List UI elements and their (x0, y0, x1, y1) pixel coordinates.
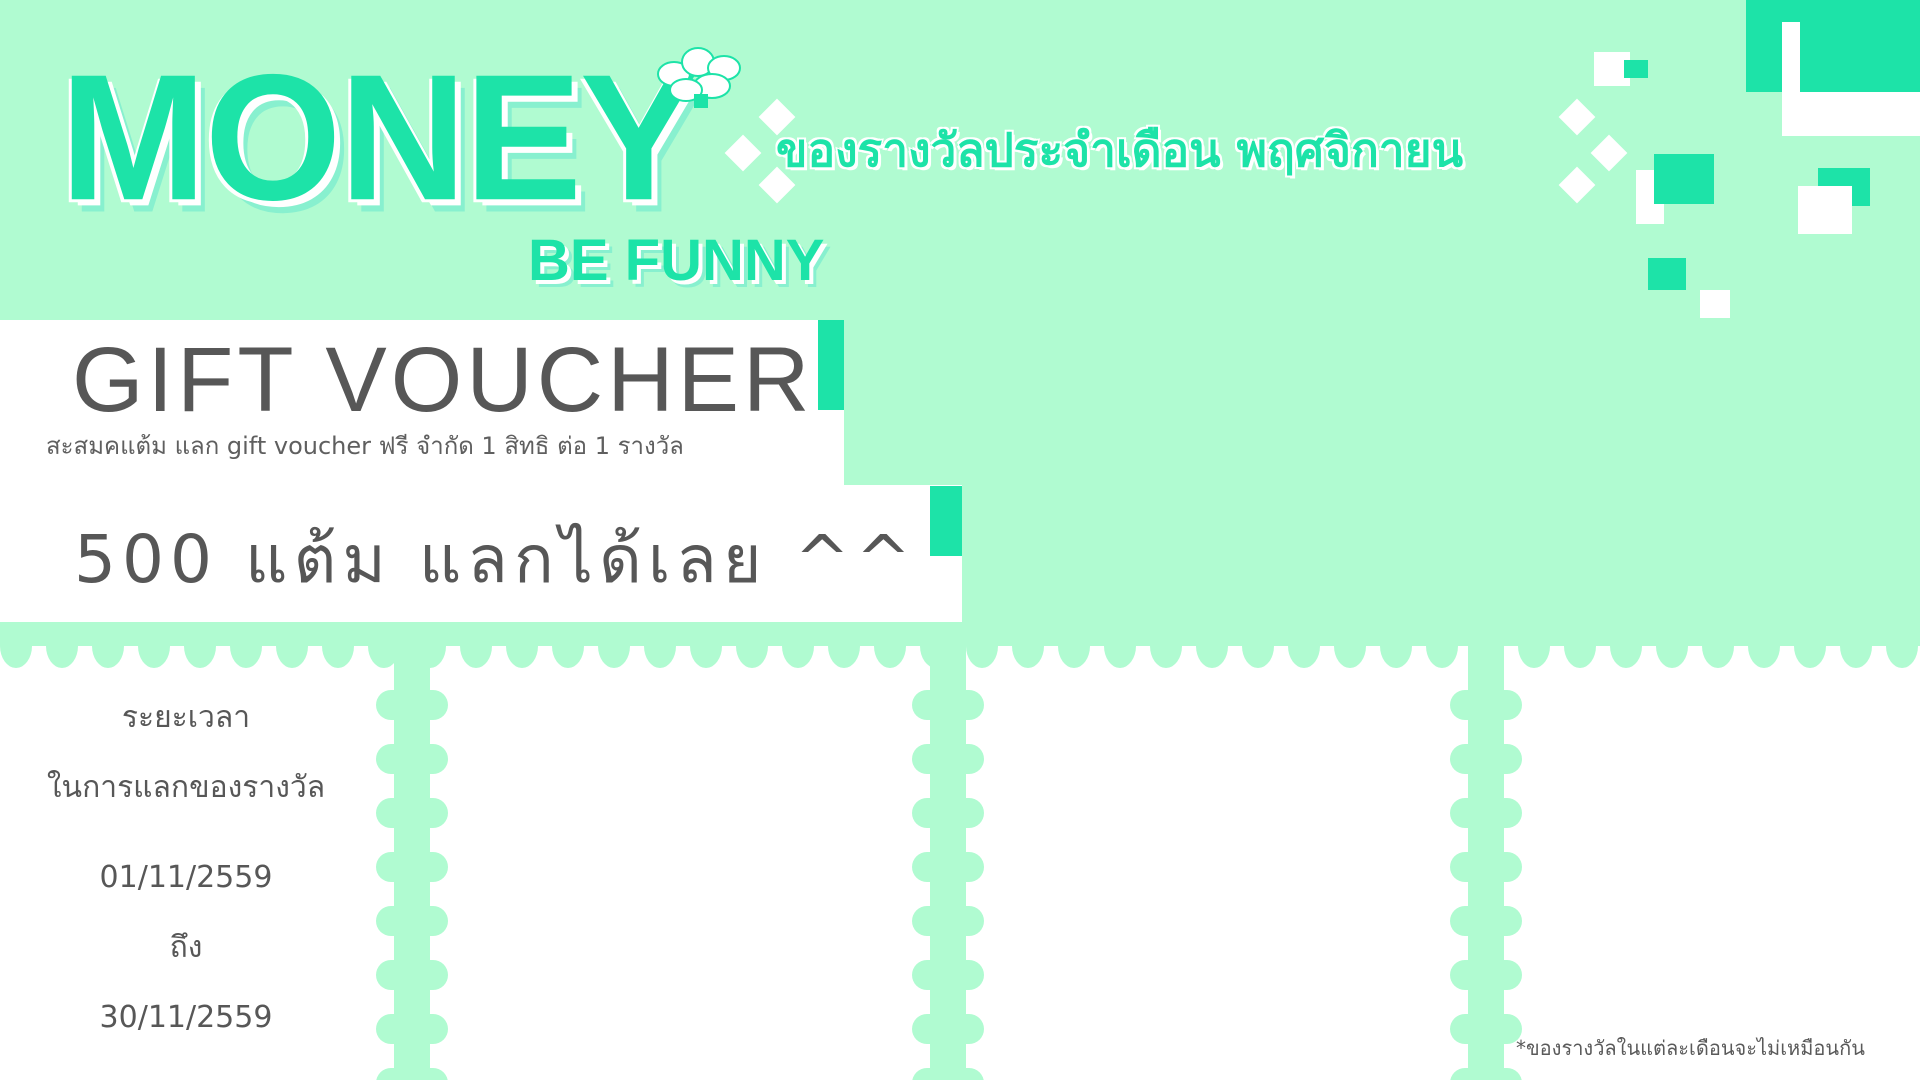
divider-bump (912, 852, 984, 882)
voucher-subtitle: สะสมคแต้ม แลก gift voucher ฟรี จำกัด 1 ส… (46, 432, 684, 460)
ticket-divider (376, 646, 448, 1080)
footnote: *ของรางวัลในแต่ละเดือนจะไม่เหมือนกัน (1516, 1036, 1865, 1060)
divider-bump (912, 960, 984, 990)
accent-bar (818, 320, 844, 410)
divider-bump (1450, 1068, 1522, 1080)
ticket-divider (912, 646, 984, 1080)
divider-bump (1450, 960, 1522, 990)
divider-bump (912, 744, 984, 774)
divider-bump (376, 1014, 448, 1044)
decor-square (1798, 186, 1852, 234)
period-label: ในการแลกของรางวัล (46, 770, 326, 805)
flower-icon (657, 47, 741, 108)
divider-bump (912, 1014, 984, 1044)
brand-tagline: BE FUNNY (528, 228, 825, 293)
divider-bump (1450, 798, 1522, 828)
decor-square (1624, 60, 1648, 78)
divider-bump (1450, 690, 1522, 720)
monthly-title: ของรางวัลประจำเดือน พฤศจิกายน (776, 123, 1464, 177)
decor-square (1648, 258, 1686, 290)
divider-bump (376, 744, 448, 774)
divider-bump (1450, 852, 1522, 882)
diamond-icon (1558, 166, 1596, 204)
divider-bump (376, 798, 448, 828)
divider-bump (912, 798, 984, 828)
voucher-points: 500 แต้ม แลกได้เลย ^^ (74, 521, 918, 598)
divider-bump (1450, 1014, 1522, 1044)
divider-bump (376, 852, 448, 882)
divider-bump (376, 960, 448, 990)
brand-title: MONEY (60, 38, 697, 238)
period-label: ระยะเวลา (121, 700, 251, 735)
ticket-divider (1450, 646, 1522, 1080)
diamond-icon (1558, 98, 1596, 136)
divider-bump (376, 1068, 448, 1080)
divider-bump (912, 1068, 984, 1080)
diamond-icon (724, 134, 762, 172)
end-date: 30/11/2559 (99, 1000, 273, 1035)
start-date: 01/11/2559 (99, 860, 273, 895)
voucher-title: GIFT VOUCHER (72, 329, 814, 431)
divider-bump (376, 690, 448, 720)
decor-square (1700, 290, 1730, 318)
to-label: ถึง (169, 930, 203, 965)
divider-bump (1450, 744, 1522, 774)
decor-square (1690, 154, 1714, 204)
decor-square (1800, 0, 1920, 92)
accent-bar (930, 486, 962, 556)
divider-bump (1450, 906, 1522, 936)
divider-bump (376, 906, 448, 936)
ticket-band (0, 622, 1920, 646)
divider-bump (912, 690, 984, 720)
diamond-icon (1590, 134, 1628, 172)
divider-bump (912, 906, 984, 936)
